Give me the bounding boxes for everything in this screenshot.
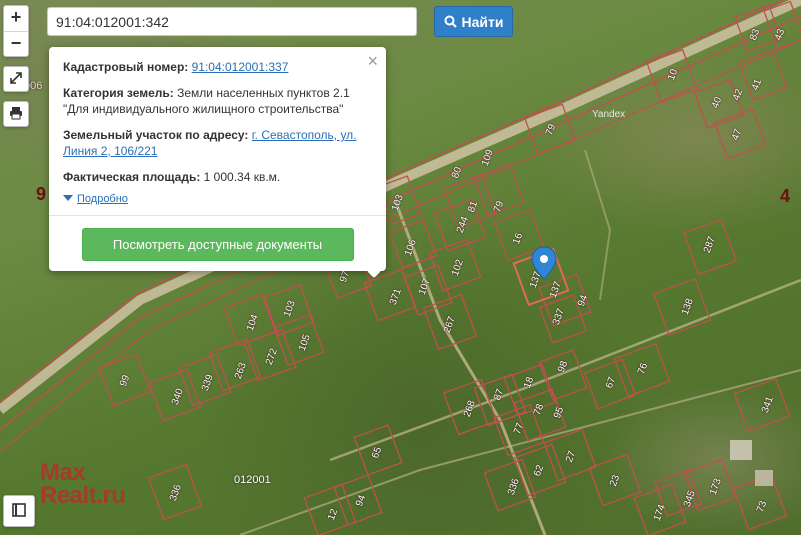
- watermark: Max Realt.ru: [40, 461, 126, 509]
- printer-icon: [10, 107, 22, 120]
- dirt-track: [393, 199, 547, 535]
- building: [730, 440, 752, 460]
- plot-info-popup: × Кадастровый номер: 91:04:012001:337 Ка…: [49, 47, 386, 271]
- building: [755, 470, 773, 486]
- dirt-track: [239, 369, 801, 535]
- zoom-control: + −: [3, 5, 29, 57]
- cadastral-link[interactable]: 91:04:012001:337: [192, 60, 289, 74]
- yandex-label: Yandex: [592, 109, 626, 120]
- popup-divider: [49, 215, 386, 216]
- block-number: 012001: [234, 474, 271, 486]
- layers-button[interactable]: [3, 495, 35, 527]
- category-row: Категория земель: Земли населенных пункт…: [63, 85, 372, 117]
- quarter-number: 9: [36, 184, 47, 204]
- quarter-number: 4: [780, 186, 791, 206]
- cadastral-row: Кадастровый номер: 91:04:012001:337: [63, 59, 372, 75]
- cadastral-label: Кадастровый номер:: [63, 60, 189, 74]
- details-toggle[interactable]: Подробно: [63, 193, 372, 205]
- search-button-label: Найти: [461, 13, 504, 30]
- caret-down-icon: [63, 195, 73, 201]
- area-row: Фактическая площадь: 1 000.34 кв.м.: [63, 169, 372, 185]
- address-row: Земельный участок по адресу: г. Севастоп…: [63, 127, 372, 159]
- address-label: Земельный участок по адресу:: [63, 128, 249, 142]
- details-label: Подробно: [77, 193, 128, 205]
- search-input[interactable]: [47, 7, 417, 36]
- area-value: 1 000.34 кв.м.: [203, 170, 281, 184]
- book-icon: [12, 503, 26, 517]
- category-label: Категория земель:: [63, 86, 174, 100]
- watermark-line2: Realt.ru: [40, 481, 126, 509]
- close-icon[interactable]: ×: [367, 52, 378, 70]
- view-documents-button[interactable]: Посмотреть доступные документы: [81, 228, 354, 261]
- fullscreen-button[interactable]: [3, 66, 29, 92]
- search-button[interactable]: Найти: [434, 6, 513, 37]
- dirt-track: [584, 149, 612, 301]
- expand-icon: [10, 72, 22, 84]
- search-icon: [444, 15, 457, 28]
- zoom-out-button[interactable]: −: [4, 31, 28, 57]
- print-button[interactable]: [3, 101, 29, 127]
- area-label: Фактическая площадь:: [63, 170, 201, 184]
- zoom-in-button[interactable]: +: [4, 6, 28, 31]
